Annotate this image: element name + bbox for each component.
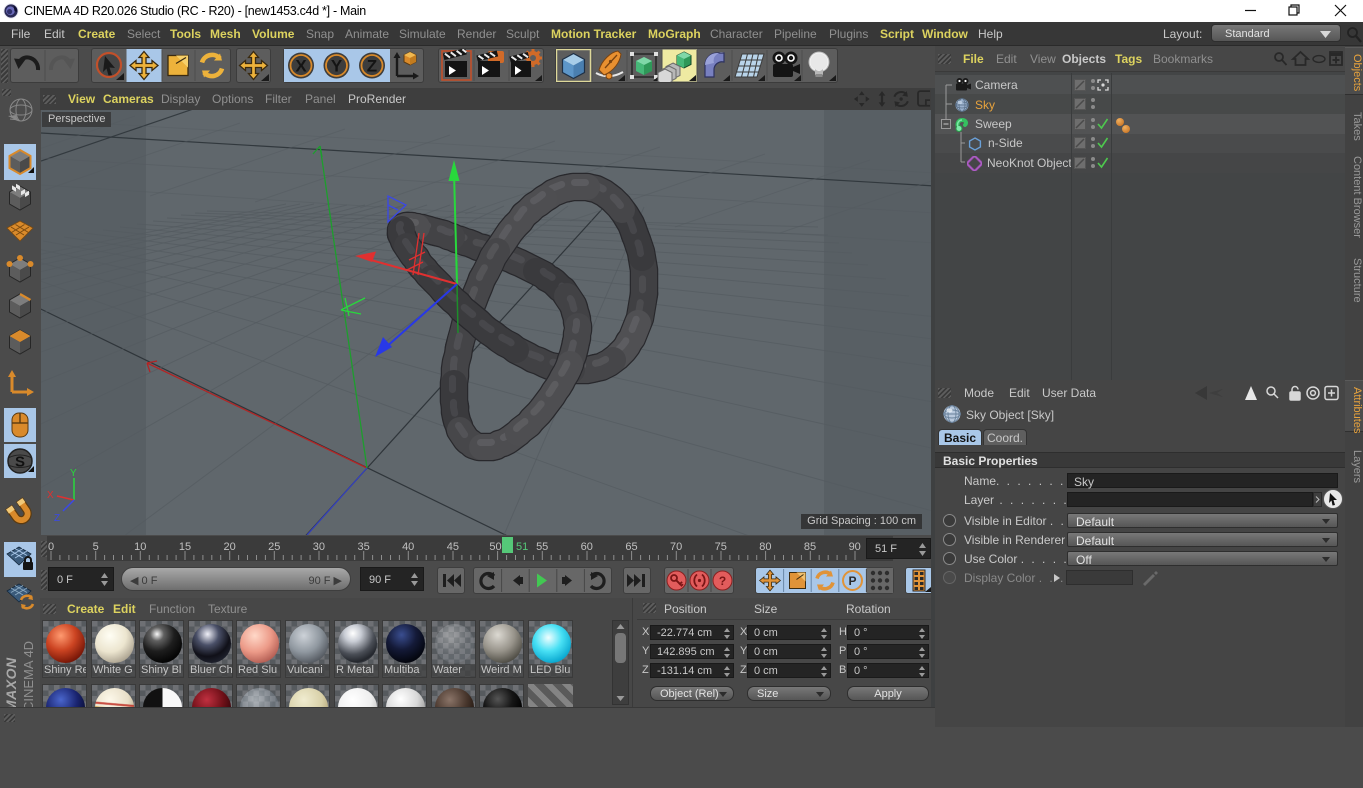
svg-text:Z: Z [367,57,377,76]
svg-text:Y: Y [331,57,343,76]
svg-text:X: X [47,490,54,501]
svg-text:X: X [295,57,307,76]
svg-text:51: 51 [516,541,528,553]
svg-text:S: S [15,454,25,471]
svg-text:50: 50 [489,541,501,553]
svg-text:P: P [848,574,856,588]
svg-text:?: ? [719,574,726,588]
svg-text:Z: Z [54,513,60,524]
svg-text:Y: Y [70,468,77,479]
